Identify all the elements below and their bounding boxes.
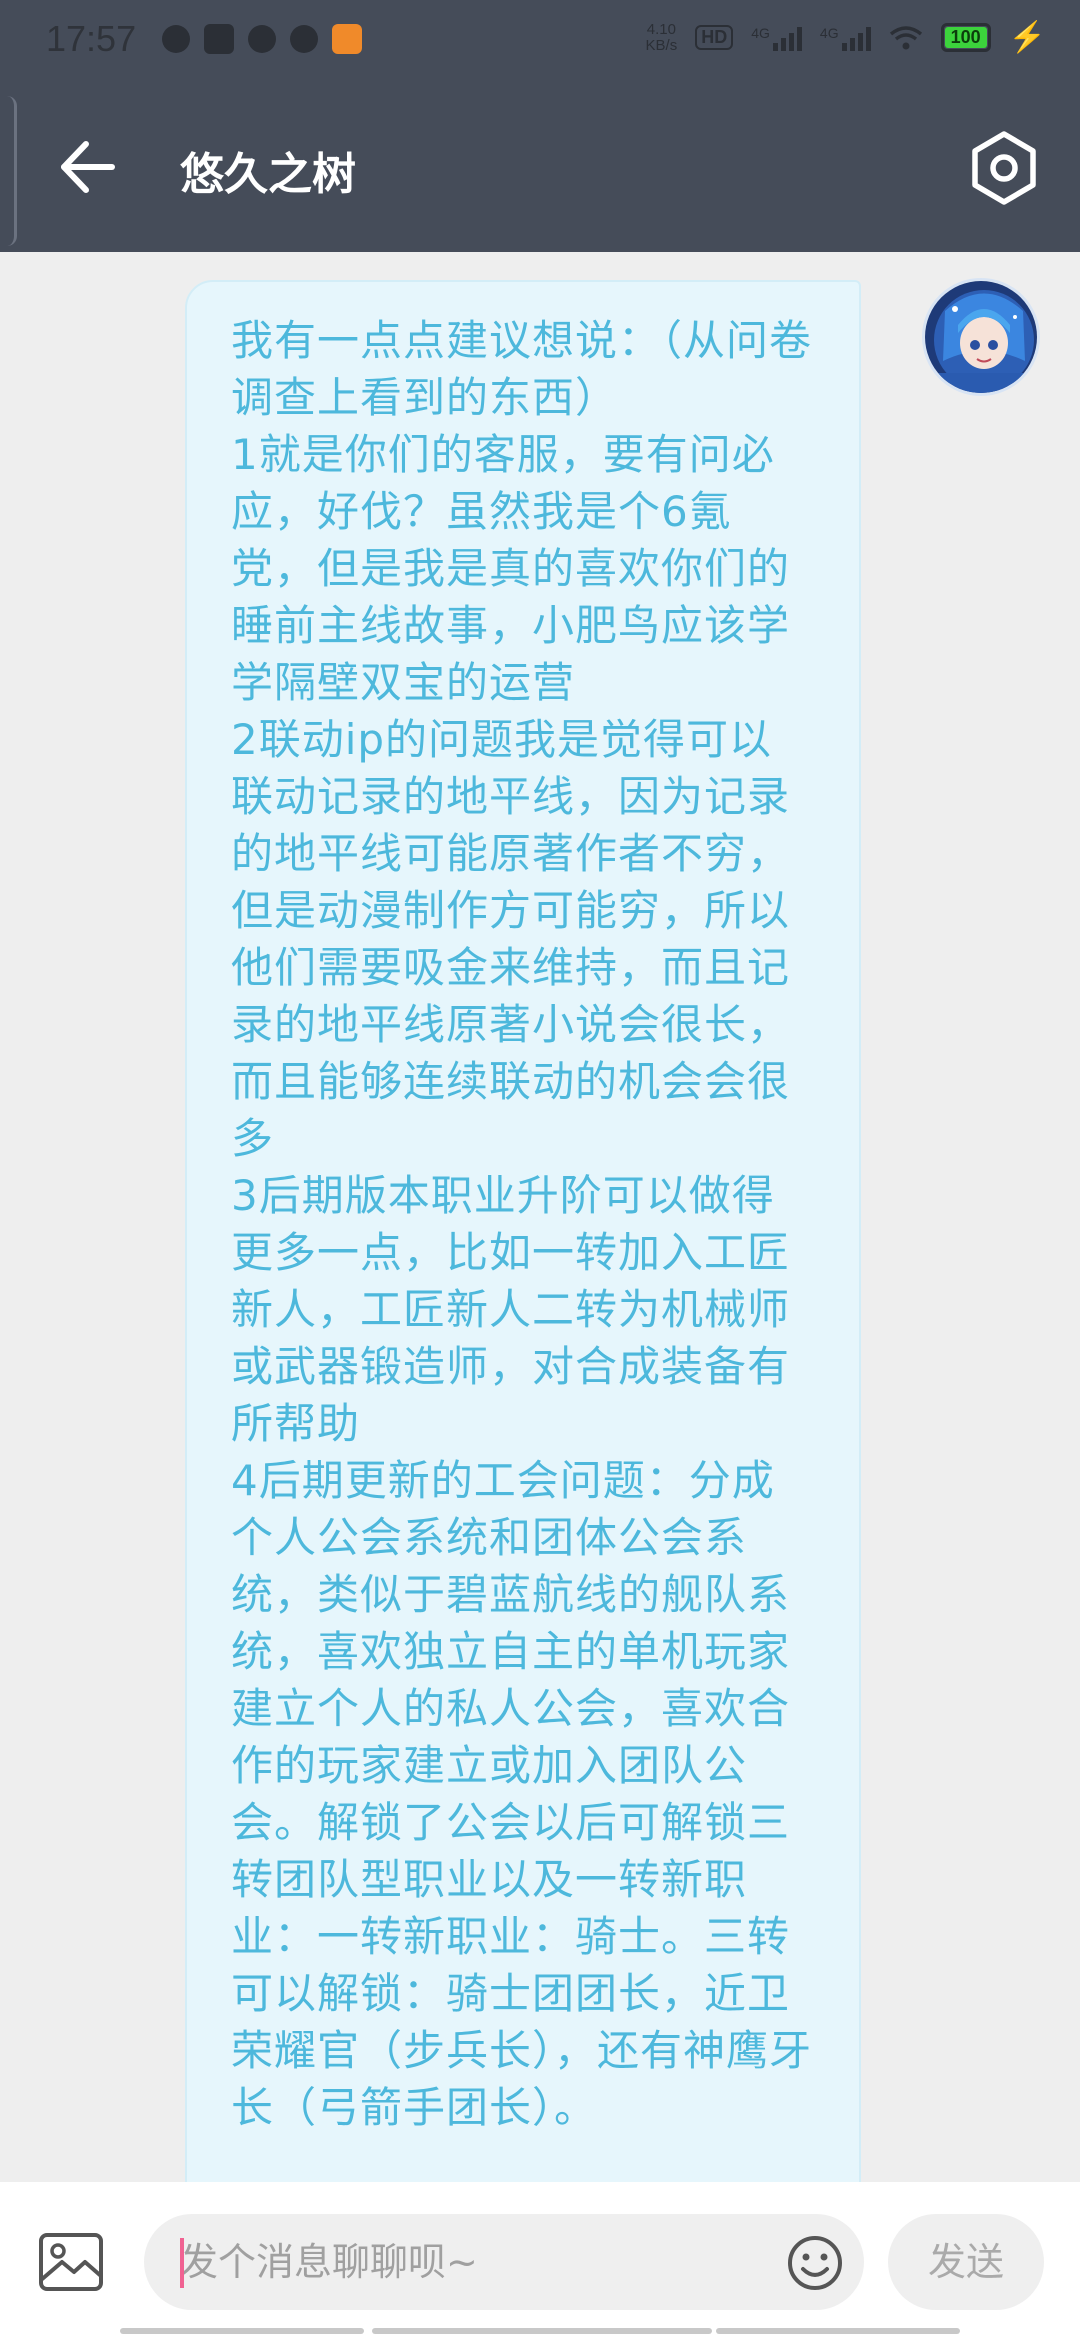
status-time: 17:57 [46, 18, 137, 59]
status-bar: 17:57 4.10 KB/s HD 4G 4G 100 ⚡ [0, 0, 1080, 82]
notification-app-icon [162, 25, 190, 53]
send-button[interactable]: 发送 [888, 2214, 1044, 2310]
message-text: 我有一点点建议想说：（从问卷调查上看到的东西） 1就是你们的客服，要有问必应，好… [231, 316, 813, 2132]
notification-app-icon [332, 24, 362, 54]
page-title: 悠久之树 [180, 149, 356, 200]
network-speed: 4.10 KB/s [645, 20, 678, 54]
avatar[interactable] [922, 278, 1040, 396]
text-cursor [180, 2238, 184, 2288]
app-header: 悠久之树 [0, 82, 1080, 252]
message-bubble[interactable]: 我有一点点建议想说：（从问卷调查上看到的东西） 1就是你们的客服，要有问必应，好… [185, 280, 861, 2182]
settings-icon[interactable] [964, 128, 1044, 208]
arrow-left-icon[interactable] [52, 132, 122, 202]
notification-app-icon [204, 24, 234, 54]
wifi-icon [889, 25, 922, 49]
charging-icon: ⚡ [1008, 21, 1046, 54]
avatar-image [925, 281, 1037, 393]
chat-area[interactable]: 我有一点点建议想说：（从问卷调查上看到的东西） 1就是你们的客服，要有问必应，好… [0, 252, 1080, 2182]
smiley-icon[interactable] [786, 2234, 844, 2292]
image-icon[interactable] [38, 2232, 104, 2292]
notification-icons [162, 24, 362, 54]
message-input-bar: 发送 [0, 2182, 1080, 2340]
status-indicators: 4.10 KB/s HD 4G 4G 100 ⚡ [646, 20, 1046, 55]
nav-gesture-bar [716, 2328, 960, 2334]
edge-handle [0, 96, 17, 246]
nav-gesture-bar [372, 2328, 712, 2334]
signal-icon: 4G [751, 25, 802, 51]
chat-bubble-icon [290, 25, 318, 53]
signal-icon: 4G [820, 25, 871, 51]
nav-gesture-bar [120, 2328, 364, 2334]
battery-icon: 100 [940, 23, 991, 52]
message-input[interactable] [144, 2214, 864, 2310]
notification-app-icon [248, 25, 276, 53]
hd-badge: HD [695, 25, 734, 50]
